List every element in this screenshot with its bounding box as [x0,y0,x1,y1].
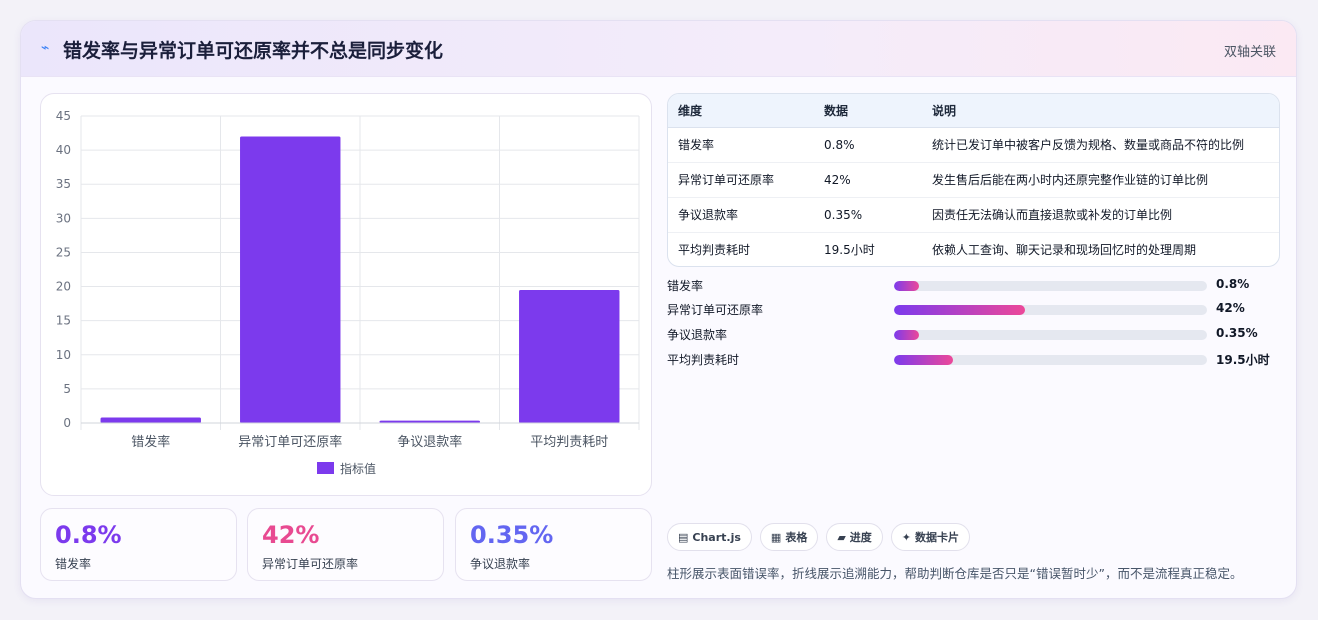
progress-fill [894,305,1026,315]
stat-value: 0.35% [470,521,554,549]
y-tick-label: 15 [56,314,71,328]
progress-fill [894,355,954,365]
legend-label: 指标值 [340,461,376,476]
progress-row-dispute-rate: 争议退款率 0.35% [667,326,1280,344]
dashboard-card: ⌁ 错发率与异常订单可还原率并不总是同步变化 双轴关联 0 5 10 15 20 25 30… [20,20,1297,599]
table-row: 平均判责耗时 19.5小时 依赖人工查询、聊天记录和现场回忆时的处理周期 [668,232,1279,266]
progress-icon: ▰ [837,530,846,544]
stat-label: 错发率 [55,557,92,571]
bar-chart: 0 5 10 15 20 25 30 35 40 45 错发率 异常订单可还原率 争议退款率 平均判责耗时… [40,93,652,496]
stat-value: 42% [262,521,320,549]
table-cell: 错发率 [668,127,814,163]
progress-row-restore-rate: 异常订单可还原率 42% [667,301,1280,319]
progress-row-error-rate: 错发率 0.8% [667,277,1280,295]
page-title: 错发率与异常订单可还原率并不总是同步变化 [63,40,444,62]
y-tick-label: 35 [56,177,71,191]
stat-card-dispute-rate: 0.35% 争议退款率 [455,508,652,581]
progress-fill [894,281,920,291]
progress-label: 错发率 [667,279,704,293]
progress-track [894,281,1207,291]
table-cell: 发生售后后能在两小时内还原完整作业链的订单比例 [922,162,1279,198]
chip-table[interactable]: ▦ 表格 [759,523,819,551]
chip-progress[interactable]: ▰ 进度 [826,523,883,551]
table-cell: 异常订单可还原率 [668,162,814,198]
trend-icon: ⌁ [41,40,50,56]
progress-label: 平均判责耗时 [667,353,740,367]
progress-track [894,330,1207,340]
progress-label: 异常订单可还原率 [667,303,764,317]
y-tick-label: 25 [56,245,71,259]
chip-data-card[interactable]: ✦ 数据卡片 [890,523,971,551]
progress-value: 19.5小时 [1216,353,1270,367]
table-cell: 平均判责耗时 [678,243,751,258]
y-tick-label: 10 [56,348,71,362]
tech-chips: ▤ Chart.js ▦ 表格 ▰ 进度 ✦ 数据卡片 [667,523,971,551]
table-header-cell: 说明 [922,94,1279,128]
y-tick-label: 30 [56,211,71,225]
x-tick-label: 平均判责耗时 [530,435,608,450]
table-icon: ▦ [770,530,782,544]
y-tick-label: 45 [56,109,71,123]
progress-label: 争议退款率 [667,328,728,342]
y-tick-label: 5 [63,382,71,396]
chip-label: 数据卡片 [915,531,960,544]
table-header-cell: 维度 [668,94,814,128]
stat-card-restore-rate: 42% 异常订单可还原率 [247,508,444,581]
table-row: 争议退款率 0.35% 因责任无法确认而直接退款或补发的订单比例 [668,197,1279,233]
table-cell: 42% [814,162,922,198]
stat-label: 争议退款率 [470,557,531,571]
table-header-row: 维度 数据 说明 [668,94,1279,128]
progress-track [894,355,1207,365]
chip-chartjs[interactable]: ▤ Chart.js [667,523,752,551]
table-cell: 争议退款率 [668,197,814,233]
chip-label: 表格 [785,531,808,544]
header-tag: 双轴关联 [1223,45,1276,60]
chart-icon: ▤ [678,530,689,544]
y-tick-label: 20 [56,280,71,294]
stat-value: 0.8% [55,521,122,549]
table-cell: 因责任无法确认而直接退款或补发的订单比例 [922,197,1279,233]
bar [100,417,201,423]
table-cell: 统计已发订单中被客户反馈为规格、数量或商品不符的比例 [922,127,1279,163]
table-cell: 0.35% [814,197,922,233]
stat-label: 异常订单可还原率 [262,557,359,571]
card-header: ⌁ 错发率与异常订单可还原率并不总是同步变化 双轴关联 [21,21,1296,77]
y-tick-label: 0 [63,416,71,430]
progress-value: 0.35% [1216,326,1258,340]
x-tick-label: 争议退款率 [397,434,462,450]
bar-chart-svg: 0 5 10 15 20 25 30 35 40 45 错发率 异常订单可还原率 争议退款率 平均判责耗时… [56,109,640,476]
progress-row-judgement-time: 平均判责耗时 19.5小时 [667,351,1280,369]
chip-label: 进度 [849,531,872,544]
table-cell: 依赖人工查询、聊天记录和现场回忆时的处理周期 [932,243,1197,258]
x-tick-label: 异常订单可还原率 [238,434,342,450]
x-tick-label: 错发率 [131,434,170,450]
table-row: 错发率 0.8% 统计已发订单中被客户反馈为规格、数量或商品不符的比例 [668,127,1279,163]
table-row: 异常订单可还原率 42% 发生售后后能在两小时内还原完整作业链的订单比例 [668,162,1279,198]
progress-value: 42% [1216,301,1245,315]
y-tick-label: 40 [56,143,71,157]
sparkle-icon: ✦ [901,530,912,544]
bar [519,289,620,423]
chip-label: Chart.js [692,530,741,544]
progress-value: 0.8% [1216,277,1250,291]
table-cell: 19.5小时 [824,243,875,258]
table-cell: 0.8% [814,127,922,163]
progress-fill [894,330,920,340]
legend-swatch [317,462,334,474]
metrics-table: 维度 数据 说明 错发率 0.8% 统计已发订单中被客户反馈为规格、数量或商品不… [667,93,1280,267]
chart-footnote: 柱形展示表面错误率，折线展示追溯能力，帮助判断仓库是否只是“错误暂时少”，而不是… [667,566,1243,581]
bar [240,136,341,423]
progress-track [894,305,1207,315]
stat-card-error-rate: 0.8% 错发率 [40,508,237,581]
table-header-cell: 数据 [814,94,922,128]
